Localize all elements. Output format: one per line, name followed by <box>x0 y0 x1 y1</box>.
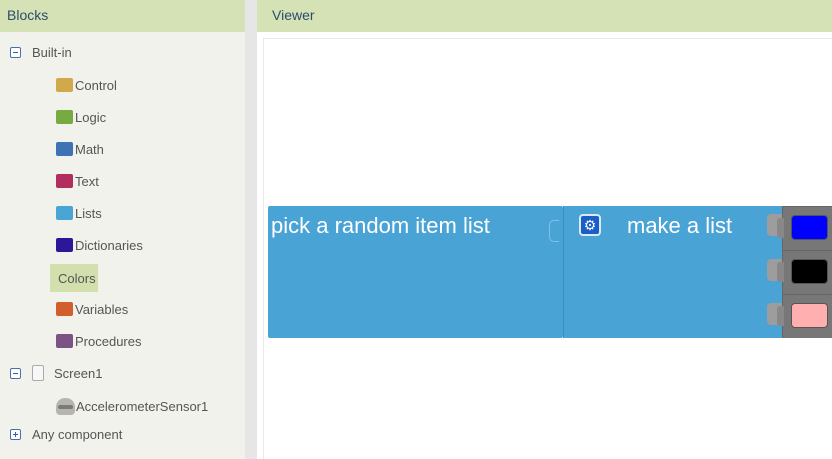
category-label: Colors <box>58 270 96 286</box>
category-control[interactable]: Control <box>56 73 121 97</box>
color-block-pink[interactable] <box>777 294 832 338</box>
tree-node-screen1[interactable]: Screen1 <box>10 362 102 384</box>
component-label: AccelerometerSensor1 <box>76 398 209 414</box>
collapse-icon[interactable] <box>10 46 21 58</box>
color-block-blue[interactable] <box>777 206 832 250</box>
category-colors[interactable]: Colors <box>50 264 98 292</box>
category-text[interactable]: Text <box>56 169 103 193</box>
viewer-title: Viewer <box>272 7 315 23</box>
viewer-header: Viewer <box>257 0 832 32</box>
text-color-icon <box>56 174 73 188</box>
category-math[interactable]: Math <box>56 137 108 161</box>
any-component-label: Any component <box>32 426 123 442</box>
category-label: Variables <box>75 301 129 317</box>
category-label: Dictionaries <box>75 237 143 253</box>
category-label: Control <box>75 77 117 93</box>
make-a-list-block[interactable]: ⚙ make a list <box>563 206 783 338</box>
category-label: Math <box>75 141 104 157</box>
component-accelerometer-sensor[interactable]: AccelerometerSensor1 <box>56 395 208 417</box>
procedures-color-icon <box>56 334 73 348</box>
screen-icon <box>32 365 44 381</box>
pick-random-item-block[interactable]: pick a random item list <box>268 206 563 338</box>
blocks-panel-header: Blocks <box>0 0 245 32</box>
tree-node-built-in[interactable]: Built-in <box>10 41 72 63</box>
screen-label: Screen1 <box>54 365 103 381</box>
panel-divider[interactable] <box>245 0 257 459</box>
gear-icon[interactable]: ⚙ <box>579 214 601 236</box>
blocks-panel-title: Blocks <box>7 7 49 23</box>
logic-color-icon <box>56 110 73 124</box>
control-color-icon <box>56 78 73 92</box>
category-lists[interactable]: Lists <box>56 201 106 225</box>
make-a-list-label: make a list <box>627 213 733 238</box>
pick-random-item-label: pick a random item list <box>271 213 490 238</box>
category-label: Logic <box>75 109 107 125</box>
color-swatch[interactable] <box>791 259 828 284</box>
dictionaries-color-icon <box>56 238 73 252</box>
category-variables[interactable]: Variables <box>56 297 132 321</box>
color-swatch[interactable] <box>791 215 828 240</box>
collapse-icon[interactable] <box>10 367 21 379</box>
category-logic[interactable]: Logic <box>56 105 110 129</box>
category-label: Lists <box>75 205 102 221</box>
expand-icon[interactable] <box>10 428 21 440</box>
category-label: Procedures <box>75 333 142 349</box>
color-swatch[interactable] <box>791 303 828 328</box>
category-dictionaries[interactable]: Dictionaries <box>56 233 147 257</box>
accelerometer-icon <box>56 397 75 415</box>
lists-color-icon <box>56 206 73 220</box>
category-label: Text <box>75 173 99 189</box>
list-input-socket <box>549 220 559 242</box>
blocks-panel: Blocks Built-in Control Logic Math Text … <box>0 0 245 459</box>
tree-node-any-component[interactable]: Any component <box>10 423 122 445</box>
color-block-black[interactable] <box>777 250 832 294</box>
category-procedures[interactable]: Procedures <box>56 329 145 353</box>
math-color-icon <box>56 142 73 156</box>
built-in-label: Built-in <box>32 44 72 60</box>
variables-color-icon <box>56 302 73 316</box>
